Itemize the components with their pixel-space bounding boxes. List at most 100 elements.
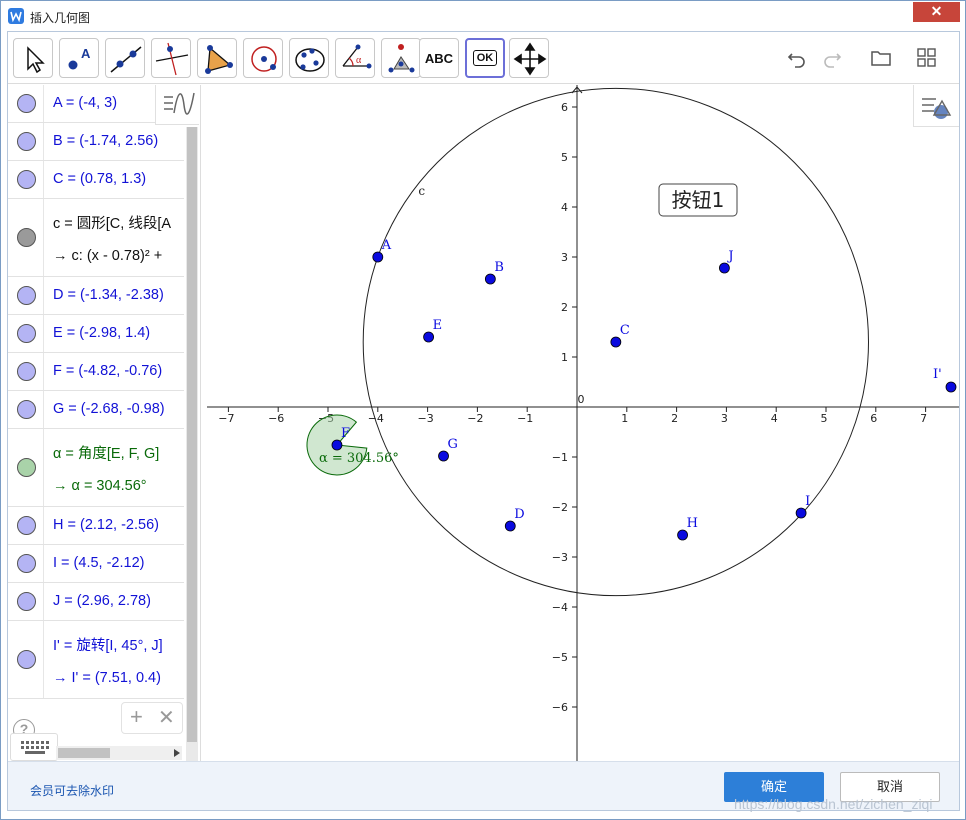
reflect-tool[interactable] [381, 38, 421, 78]
graphics-view[interactable]: −7−6−5−4−3−2−101234567654321−1−2−3−4−5−6… [207, 85, 959, 761]
perpendicular-tool-icon [155, 42, 189, 76]
point-tool[interactable]: A [59, 38, 99, 78]
algebra-row[interactable]: H = (2.12, -2.56) [8, 507, 184, 545]
point-C [610, 336, 622, 348]
scroll-right-icon[interactable] [173, 748, 181, 758]
y-tick-label: 1 [561, 351, 568, 364]
circle-tool-icon [251, 46, 277, 72]
algebra-row[interactable]: B = (-1.74, 2.56) [8, 123, 184, 161]
algebra-row[interactable]: G = (-2.68, -0.98) [8, 391, 184, 429]
visibility-toggle[interactable] [17, 132, 36, 151]
keyboard-icon [21, 741, 49, 754]
x-tick-label: 5 [821, 412, 828, 425]
y-tick-label: 3 [561, 251, 568, 264]
x-tick-label: 3 [721, 412, 728, 425]
y-tick-label: −2 [552, 501, 568, 514]
move-tool[interactable] [13, 38, 53, 78]
algebra-row[interactable]: C = (0.78, 1.3) [8, 161, 184, 199]
y-tick-label: 2 [561, 301, 568, 314]
point-label: B [494, 260, 504, 275]
graphics-style-button[interactable] [913, 85, 959, 127]
button-1-label: 按钮1 [672, 188, 725, 212]
function-graph-icon [164, 92, 195, 115]
move-tool-icon [27, 46, 45, 74]
move-view-tool[interactable] [509, 38, 549, 78]
conic-tool[interactable] [289, 38, 329, 78]
dialog-window: 插入几何图 ✕ A α ABC OK A = (-4, 3) B = (-1.7… [0, 0, 966, 820]
visibility-toggle[interactable] [17, 228, 36, 247]
coordinate-plane[interactable]: −7−6−5−4−3−2−101234567654321−1−2−3−4−5−6… [207, 85, 959, 761]
point-G [438, 450, 449, 462]
visibility-toggle[interactable] [17, 170, 36, 189]
algebra-row[interactable]: c = 圆形[C, 线段[A → c: (x - 0.78)² + [8, 199, 184, 277]
x-tick-label: 7 [920, 412, 927, 425]
algebra-row-text: J = (2.96, 2.78) [53, 593, 151, 609]
algebra-row-text: C = (0.78, 1.3) [53, 171, 147, 187]
point-label: C [620, 323, 630, 338]
angle-tool[interactable]: α [335, 38, 375, 78]
algebra-row[interactable]: J = (2.96, 2.78) [8, 583, 184, 621]
visibility-toggle[interactable] [17, 650, 36, 669]
algebra-row-text: I = (4.5, -2.12) [53, 555, 145, 571]
algebra-row[interactable]: D = (-1.34, -2.38) [8, 277, 184, 315]
x-tick-label: 2 [671, 412, 678, 425]
scrollbar-thumb[interactable] [58, 748, 110, 758]
visibility-toggle[interactable] [17, 362, 36, 381]
delete-icon[interactable]: ✕ [158, 705, 175, 730]
algebra-row[interactable]: F = (-4.82, -0.76) [8, 353, 184, 391]
visibility-toggle[interactable] [17, 592, 36, 611]
button-tool-label: OK [472, 50, 498, 66]
polygon-tool[interactable] [197, 38, 237, 78]
visibility-toggle[interactable] [17, 94, 36, 113]
visibility-toggle[interactable] [17, 458, 36, 477]
grid-menu-icon [917, 48, 936, 67]
scrollbar-thumb[interactable] [187, 127, 197, 742]
y-tick-label: −6 [552, 701, 568, 714]
algebra-row-text: F = (-4.82, -0.76) [53, 363, 163, 379]
x-tick-label: −7 [218, 412, 234, 425]
button-tool[interactable]: OK [465, 38, 505, 78]
algebra-row-text: G = (-2.68, -0.98) [53, 401, 165, 417]
line-tool-icon [110, 46, 142, 73]
visibility-toggle[interactable] [17, 516, 36, 535]
geometry-editor: A α ABC OK A = (-4, 3) B = (-1.74, 2.56)… [7, 31, 960, 812]
visibility-toggle[interactable] [17, 554, 36, 573]
window-title: 插入几何图 [30, 11, 91, 25]
open-file-button[interactable] [869, 46, 893, 70]
visibility-toggle[interactable] [17, 286, 36, 305]
algebra-row-text: D = (-1.34, -2.38) [53, 287, 164, 303]
algebra-row[interactable]: E = (-2.98, 1.4) [8, 315, 184, 353]
add-icon[interactable]: + [130, 704, 143, 730]
redo-button[interactable] [820, 46, 844, 70]
y-tick-label: −1 [552, 451, 568, 464]
line-tool[interactable] [105, 38, 145, 78]
point-tool-icon: A [68, 46, 91, 70]
algebra-row-value: → I' = (7.51, 0.4) [53, 670, 161, 686]
visibility-toggle[interactable] [17, 324, 36, 343]
algebra-style-button[interactable] [155, 85, 199, 125]
text-tool[interactable]: ABC [419, 38, 459, 78]
perspectives-button[interactable] [915, 46, 939, 70]
point-label: I [805, 494, 810, 509]
point-J [719, 262, 730, 274]
close-button[interactable]: ✕ [913, 2, 960, 22]
algebra-vertical-scrollbar[interactable] [186, 127, 198, 772]
undo-button[interactable] [785, 46, 809, 70]
circle-tool[interactable] [243, 38, 283, 78]
wps-app-icon [8, 8, 24, 24]
folder-icon [871, 51, 891, 66]
algebra-row-text: c = 圆形[C, 线段[A [53, 216, 172, 232]
circle-c-label: c [418, 184, 425, 198]
visibility-toggle[interactable] [17, 400, 36, 419]
algebra-horizontal-scrollbar[interactable] [56, 746, 182, 760]
blog-watermark: https://blog.csdn.net/zichen_ziqi [734, 796, 933, 812]
x-tick-label: −3 [417, 412, 433, 425]
perpendicular-tool[interactable] [151, 38, 191, 78]
algebra-row[interactable]: I' = 旋转[I, 45°, J] → I' = (7.51, 0.4) [8, 621, 184, 699]
point-H [677, 529, 688, 541]
algebra-row[interactable]: I = (4.5, -2.12) [8, 545, 184, 583]
remove-watermark-link[interactable]: 会员可去除水印 [30, 782, 114, 799]
keyboard-button[interactable] [10, 733, 58, 761]
algebra-row[interactable]: α = 角度[E, F, G] → α = 304.56° [8, 429, 184, 507]
point-Iprime [945, 381, 957, 393]
